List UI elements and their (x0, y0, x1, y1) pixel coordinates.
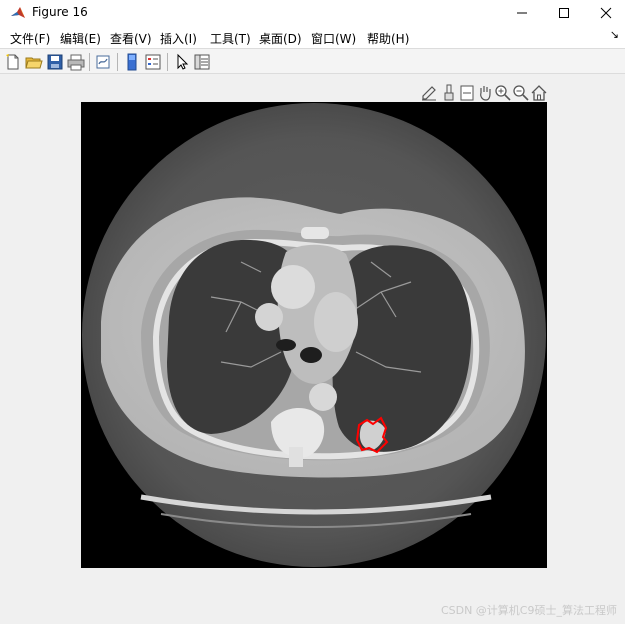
maximize-icon (559, 8, 569, 18)
toolbar-separator (167, 53, 168, 71)
menu-desktop[interactable]: 桌面(D) (259, 30, 302, 47)
link-plot-icon[interactable] (94, 53, 112, 71)
toolbar (0, 48, 625, 74)
maximize-button[interactable] (542, 0, 586, 26)
menu-view[interactable]: 查看(V) (110, 30, 152, 47)
close-button[interactable] (584, 0, 625, 26)
menu-tools[interactable]: 工具(T) (210, 30, 251, 47)
dock-arrow-icon[interactable]: ↘ (610, 28, 619, 41)
new-figure-icon[interactable] (4, 53, 22, 71)
pointer-icon[interactable] (173, 53, 191, 71)
matlab-logo-icon (10, 5, 26, 21)
title-bar: Figure 16 (0, 0, 625, 26)
brush-icon[interactable] (440, 84, 458, 102)
toolbar-separator (89, 53, 90, 71)
window-title: Figure 16 (32, 5, 88, 19)
property-inspector-icon[interactable] (193, 53, 211, 71)
save-icon[interactable] (46, 53, 64, 71)
menu-window[interactable]: 窗口(W) (311, 30, 356, 47)
menu-help[interactable]: 帮助(H) (367, 30, 409, 47)
toolbar-separator (117, 53, 118, 71)
menu-file[interactable]: 文件(F) (10, 30, 50, 47)
print-icon[interactable] (67, 53, 85, 71)
zoom-out-icon[interactable] (512, 84, 530, 102)
open-file-icon[interactable] (25, 53, 43, 71)
minimize-icon (517, 12, 527, 14)
watermark: CSDN @计算机C9硕士_算法工程师 (440, 604, 617, 617)
close-icon (600, 7, 612, 19)
minimize-button[interactable] (500, 0, 544, 26)
home-icon[interactable] (530, 84, 548, 102)
insert-legend-icon[interactable] (144, 53, 162, 71)
menu-edit[interactable]: 编辑(E) (60, 30, 101, 47)
edit-plot-icon[interactable] (420, 84, 438, 102)
zoom-in-icon[interactable] (494, 84, 512, 102)
pan-hand-icon[interactable] (476, 84, 494, 102)
menu-bar: 文件(F) 编辑(E) 查看(V) 插入(I) 工具(T) 桌面(D) 窗口(W… (0, 26, 625, 48)
insert-colorbar-icon[interactable] (123, 53, 141, 71)
datatip-icon[interactable] (458, 84, 476, 102)
menu-insert[interactable]: 插入(I) (160, 30, 197, 47)
image-axes[interactable] (81, 102, 547, 568)
ct-scan-image (81, 102, 547, 568)
